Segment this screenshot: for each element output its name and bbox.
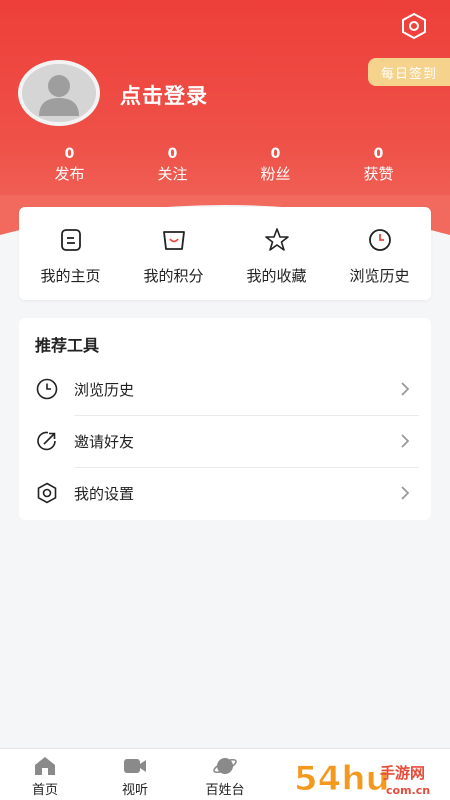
tab-video[interactable]: 视听 [90, 749, 180, 800]
quick-actions-card: 我的主页 我的积分 我的收藏 浏览历史 [19, 207, 431, 300]
quick-item-favorites[interactable]: 我的收藏 [225, 207, 328, 300]
stat-value: 0 [167, 146, 178, 162]
tab-label: 视听 [121, 783, 148, 798]
stat-likes[interactable]: 0 获赞 [327, 145, 430, 189]
points-bag-icon [162, 231, 185, 250]
quick-item-points[interactable]: 我的积分 [122, 207, 225, 300]
login-link[interactable]: 点击登录 [120, 80, 208, 110]
tab-home[interactable]: 首页 [0, 749, 90, 800]
recommended-tools-card: 推荐工具 浏览历史 邀请好友 我的设置 [19, 318, 431, 520]
quick-item-label: 我的积分 [143, 267, 204, 285]
settings-hex-icon[interactable] [400, 12, 428, 40]
clock-icon [368, 229, 391, 251]
video-icon [124, 759, 146, 773]
chevron-right-icon [401, 382, 410, 396]
daily-checkin-button[interactable]: 每日签到 [368, 58, 450, 86]
stat-following[interactable]: 0 关注 [121, 145, 224, 189]
quick-item-history[interactable]: 浏览历史 [328, 207, 431, 300]
svg-text:com.cn: com.cn [386, 784, 430, 797]
tool-label: 邀请好友 [74, 433, 135, 451]
tab-community[interactable]: 百姓台 [180, 749, 270, 800]
stat-posts[interactable]: 0 发布 [18, 145, 121, 189]
watermark-logo: 54hu 手游网 com.cn [294, 759, 431, 800]
stat-value: 0 [270, 146, 281, 162]
avatar[interactable] [18, 60, 100, 126]
stat-value: 0 [64, 146, 75, 162]
quick-item-label: 浏览历史 [349, 267, 410, 285]
tool-row-settings[interactable]: 我的设置 [19, 468, 431, 520]
stat-value: 0 [373, 146, 384, 162]
chevron-right-icon [401, 486, 410, 500]
stat-label: 发布 [54, 165, 85, 183]
quick-item-label: 我的主页 [40, 267, 101, 285]
home-icon [35, 757, 55, 775]
share-icon [37, 431, 56, 451]
tool-row-invite[interactable]: 邀请好友 [19, 416, 431, 468]
clock-icon [36, 378, 58, 400]
stat-label: 获赞 [363, 165, 394, 183]
svg-text:手游网: 手游网 [380, 764, 425, 782]
profile-header: 每日签到 点击登录 0 发布 0 关注 0 粉丝 0 获赞 [0, 0, 450, 255]
chevron-right-icon [401, 434, 410, 448]
stat-label: 粉丝 [260, 165, 291, 183]
stats-row: 0 发布 0 关注 0 粉丝 0 获赞 [0, 145, 450, 189]
tool-row-history[interactable]: 浏览历史 [19, 364, 431, 416]
tool-label: 我的设置 [74, 485, 135, 503]
svg-text:54hu: 54hu [294, 759, 390, 799]
tab-label: 首页 [31, 783, 58, 798]
star-icon [264, 228, 289, 251]
planet-icon [213, 758, 237, 774]
settings-icon [37, 482, 57, 504]
tab-label: 百姓台 [205, 783, 245, 798]
quick-item-label: 我的收藏 [246, 267, 307, 285]
profile-page-icon [60, 229, 81, 251]
quick-item-homepage[interactable]: 我的主页 [19, 207, 122, 300]
stat-followers[interactable]: 0 粉丝 [224, 145, 327, 189]
stat-label: 关注 [157, 165, 188, 183]
section-title: 推荐工具 [35, 336, 100, 355]
tool-label: 浏览历史 [74, 381, 135, 399]
